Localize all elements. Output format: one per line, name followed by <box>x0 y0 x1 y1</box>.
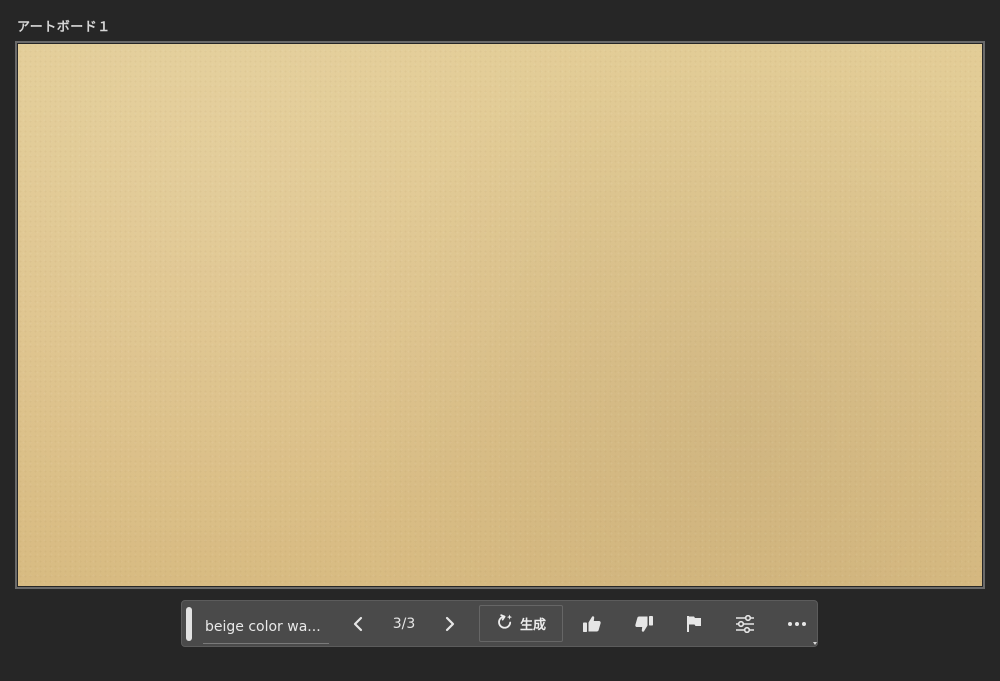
more-horizontal-icon <box>787 621 807 627</box>
prompt-input[interactable]: beige color wa... <box>203 610 329 644</box>
dislike-button[interactable] <box>629 607 659 641</box>
dropdown-corner-icon <box>813 641 817 645</box>
report-button[interactable] <box>679 607 709 641</box>
thumbs-up-icon <box>582 615 602 633</box>
generated-image <box>18 44 982 586</box>
sliders-icon <box>735 614 755 633</box>
more-options-button[interactable] <box>782 607 817 645</box>
drag-handle[interactable] <box>186 606 192 641</box>
artboard[interactable] <box>15 41 985 589</box>
thumbs-down-icon <box>634 615 654 633</box>
previous-variation-button[interactable] <box>343 607 373 641</box>
flag-icon <box>685 615 703 633</box>
regenerate-sparkle-icon <box>496 613 514 635</box>
artboard-title[interactable]: アートボード１ <box>17 16 111 35</box>
settings-button[interactable] <box>730 607 760 641</box>
like-button[interactable] <box>577 607 607 641</box>
next-variation-button[interactable] <box>435 607 465 641</box>
chevron-left-icon <box>353 616 363 632</box>
contextual-task-bar: beige color wa... 3/3 生成 <box>181 600 818 647</box>
chevron-right-icon <box>445 616 455 632</box>
generate-label: 生成 <box>519 618 546 633</box>
variation-counter: 3/3 <box>392 615 416 632</box>
generate-button[interactable]: 生成 <box>479 605 563 642</box>
